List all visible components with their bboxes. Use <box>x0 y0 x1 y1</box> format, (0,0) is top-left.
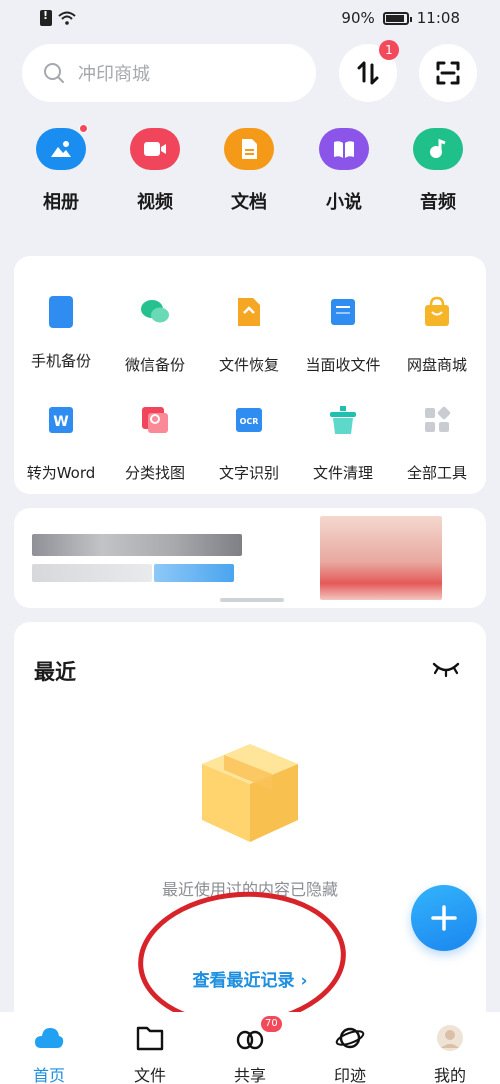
word-convert-icon: W <box>49 407 73 433</box>
tool-label: 分类找图 <box>124 464 185 482</box>
scan-icon <box>436 61 460 85</box>
status-left <box>40 9 76 26</box>
category-label: 相册 <box>43 192 79 213</box>
tool-all-tools[interactable]: 全部工具 <box>390 404 484 483</box>
sim-alert-icon <box>40 9 52 26</box>
banner-blur-tag <box>154 564 234 582</box>
planet-icon <box>335 1027 365 1049</box>
nav-share[interactable]: 70 共享 <box>215 1016 285 1084</box>
all-tools-icon <box>425 406 451 432</box>
tool-label: 手机备份 <box>30 352 91 370</box>
banner-indicator <box>220 598 284 602</box>
category-label: 文档 <box>231 192 267 213</box>
tool-image-search[interactable]: 分类找图 <box>108 404 202 483</box>
music-icon <box>413 128 463 170</box>
svg-text:OCR: OCR <box>240 417 259 426</box>
tool-file-clean[interactable]: 文件清理 <box>296 404 390 483</box>
document-icon <box>224 128 274 170</box>
banner-blur-subtitle <box>32 564 152 582</box>
transfer-badge: 1 <box>379 40 399 60</box>
tools-card: 手机备份 微信备份 文件恢复 当面收文件 网盘商城 W 转为Word 分类找图 … <box>14 256 486 494</box>
scan-button[interactable] <box>419 44 477 102</box>
tool-label: 全部工具 <box>406 464 467 482</box>
tool-label: 文件清理 <box>312 464 373 482</box>
banner-blur-title <box>32 534 242 556</box>
battery-percent: 90% <box>341 9 375 27</box>
nav-label: 共享 <box>233 1066 266 1084</box>
tool-file-restore[interactable]: 文件恢复 <box>202 296 296 375</box>
tool-word-convert[interactable]: W 转为Word <box>14 404 108 483</box>
category-document[interactable]: 文档 <box>209 128 289 214</box>
share-icon <box>236 1030 264 1050</box>
file-restore-icon <box>238 298 260 326</box>
status-bar: 90% 11:08 <box>0 0 500 38</box>
nav-files[interactable]: 文件 <box>115 1024 185 1084</box>
clock: 11:08 <box>416 9 460 27</box>
wifi-icon <box>58 11 76 25</box>
image-search-icon <box>142 407 168 433</box>
tool-receive-file[interactable]: 当面收文件 <box>296 296 390 375</box>
svg-text:W: W <box>53 414 68 430</box>
tool-ocr[interactable]: OCR 文字识别 <box>202 404 296 483</box>
recent-title: 最近 <box>34 660 76 684</box>
empty-box-illustration <box>202 744 298 842</box>
hide-eye-icon[interactable] <box>432 660 460 680</box>
tool-phone-backup[interactable]: 手机备份 <box>14 296 108 371</box>
receive-file-icon <box>331 299 355 325</box>
clean-basket-icon <box>330 406 356 434</box>
phone-backup-icon <box>49 296 73 328</box>
category-label: 视频 <box>137 192 173 213</box>
nav-label: 印迹 <box>333 1066 366 1084</box>
bottom-nav: 首页 文件 70 共享 印迹 我的 <box>0 1012 500 1084</box>
search-placeholder: 冲印商城 <box>78 64 150 85</box>
shop-bag-icon <box>425 296 449 326</box>
transfer-arrows-icon <box>357 61 379 85</box>
search-icon <box>44 63 64 83</box>
tool-label: 当面收文件 <box>305 356 381 374</box>
category-audio[interactable]: 音频 <box>398 128 478 214</box>
home-cloud-icon <box>35 1028 64 1048</box>
category-label: 小说 <box>326 192 362 213</box>
nav-trace[interactable]: 印迹 <box>315 1024 385 1084</box>
plus-icon <box>431 905 457 931</box>
category-video[interactable]: 视频 <box>115 128 195 214</box>
banner-blur-image <box>320 516 442 600</box>
nav-label: 文件 <box>133 1066 166 1084</box>
tool-wechat-backup[interactable]: 微信备份 <box>108 296 202 375</box>
share-badge: 70 <box>261 1016 282 1032</box>
ocr-icon: OCR <box>236 408 262 432</box>
album-notify-dot <box>79 124 88 133</box>
video-icon <box>130 128 180 170</box>
status-right: 90% 11:08 <box>341 9 460 27</box>
category-album[interactable]: 相册 <box>21 124 101 214</box>
photo-album-icon <box>36 124 88 170</box>
wechat-backup-icon <box>141 300 169 323</box>
category-row: 相册 视频 文档 小说 音频 <box>0 124 500 228</box>
tool-label: 微信备份 <box>124 356 185 374</box>
tool-label: 文件恢复 <box>218 356 279 374</box>
nav-label: 我的 <box>433 1066 466 1084</box>
add-fab-button[interactable] <box>411 885 477 951</box>
tool-label: 网盘商城 <box>406 356 467 374</box>
tool-label: 转为Word <box>26 464 96 482</box>
nav-home[interactable]: 首页 <box>14 1024 84 1084</box>
book-icon <box>319 128 369 170</box>
search-bar[interactable]: 冲印商城 <box>22 44 316 102</box>
profile-avatar-icon <box>437 1025 463 1051</box>
nav-profile[interactable]: 我的 <box>415 1024 485 1084</box>
battery-icon <box>382 11 412 25</box>
nav-label: 首页 <box>32 1066 65 1084</box>
folder-icon <box>136 1026 164 1051</box>
promo-banner[interactable] <box>14 508 486 608</box>
category-label: 音频 <box>420 192 456 213</box>
tool-shop[interactable]: 网盘商城 <box>390 296 484 375</box>
category-novel[interactable]: 小说 <box>304 128 384 214</box>
transfer-button[interactable]: 1 <box>339 40 399 102</box>
tool-label: 文字识别 <box>218 464 279 482</box>
